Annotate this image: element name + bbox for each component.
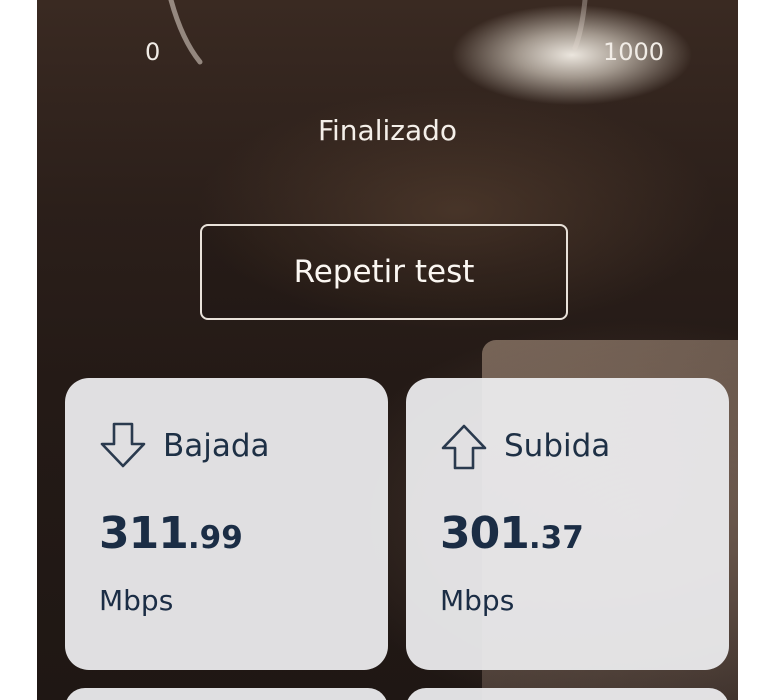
upload-value-integer: 301 (440, 508, 530, 559)
download-card: Bajada 311.99 Mbps (65, 378, 388, 670)
arrow-down-icon (100, 422, 146, 468)
gauge-max-label: 1000 (603, 38, 665, 66)
test-status: Finalizado (317, 114, 458, 147)
gauge-min-label: 0 (145, 38, 161, 66)
download-value-decimal: .99 (187, 520, 243, 556)
download-unit: Mbps (99, 584, 174, 617)
result-card-partial-right (406, 688, 729, 700)
upload-unit: Mbps (440, 584, 515, 617)
download-value: 311.99 (99, 508, 243, 559)
speedtest-screen: 0 1000 Finalizado Repetir test Bajada 31… (37, 0, 738, 700)
upload-label: Subida (504, 428, 611, 464)
repeat-test-button[interactable]: Repetir test (200, 224, 568, 320)
upload-header: Subida (438, 420, 610, 472)
upload-value: 301.37 (440, 508, 584, 559)
arrow-up-icon (441, 424, 487, 470)
upload-value-decimal: .37 (528, 520, 584, 556)
result-card-partial-left (65, 688, 388, 700)
upload-card: Subida 301.37 Mbps (406, 378, 729, 670)
download-value-integer: 311 (99, 508, 189, 559)
download-label: Bajada (163, 428, 270, 464)
download-header: Bajada (97, 420, 270, 472)
